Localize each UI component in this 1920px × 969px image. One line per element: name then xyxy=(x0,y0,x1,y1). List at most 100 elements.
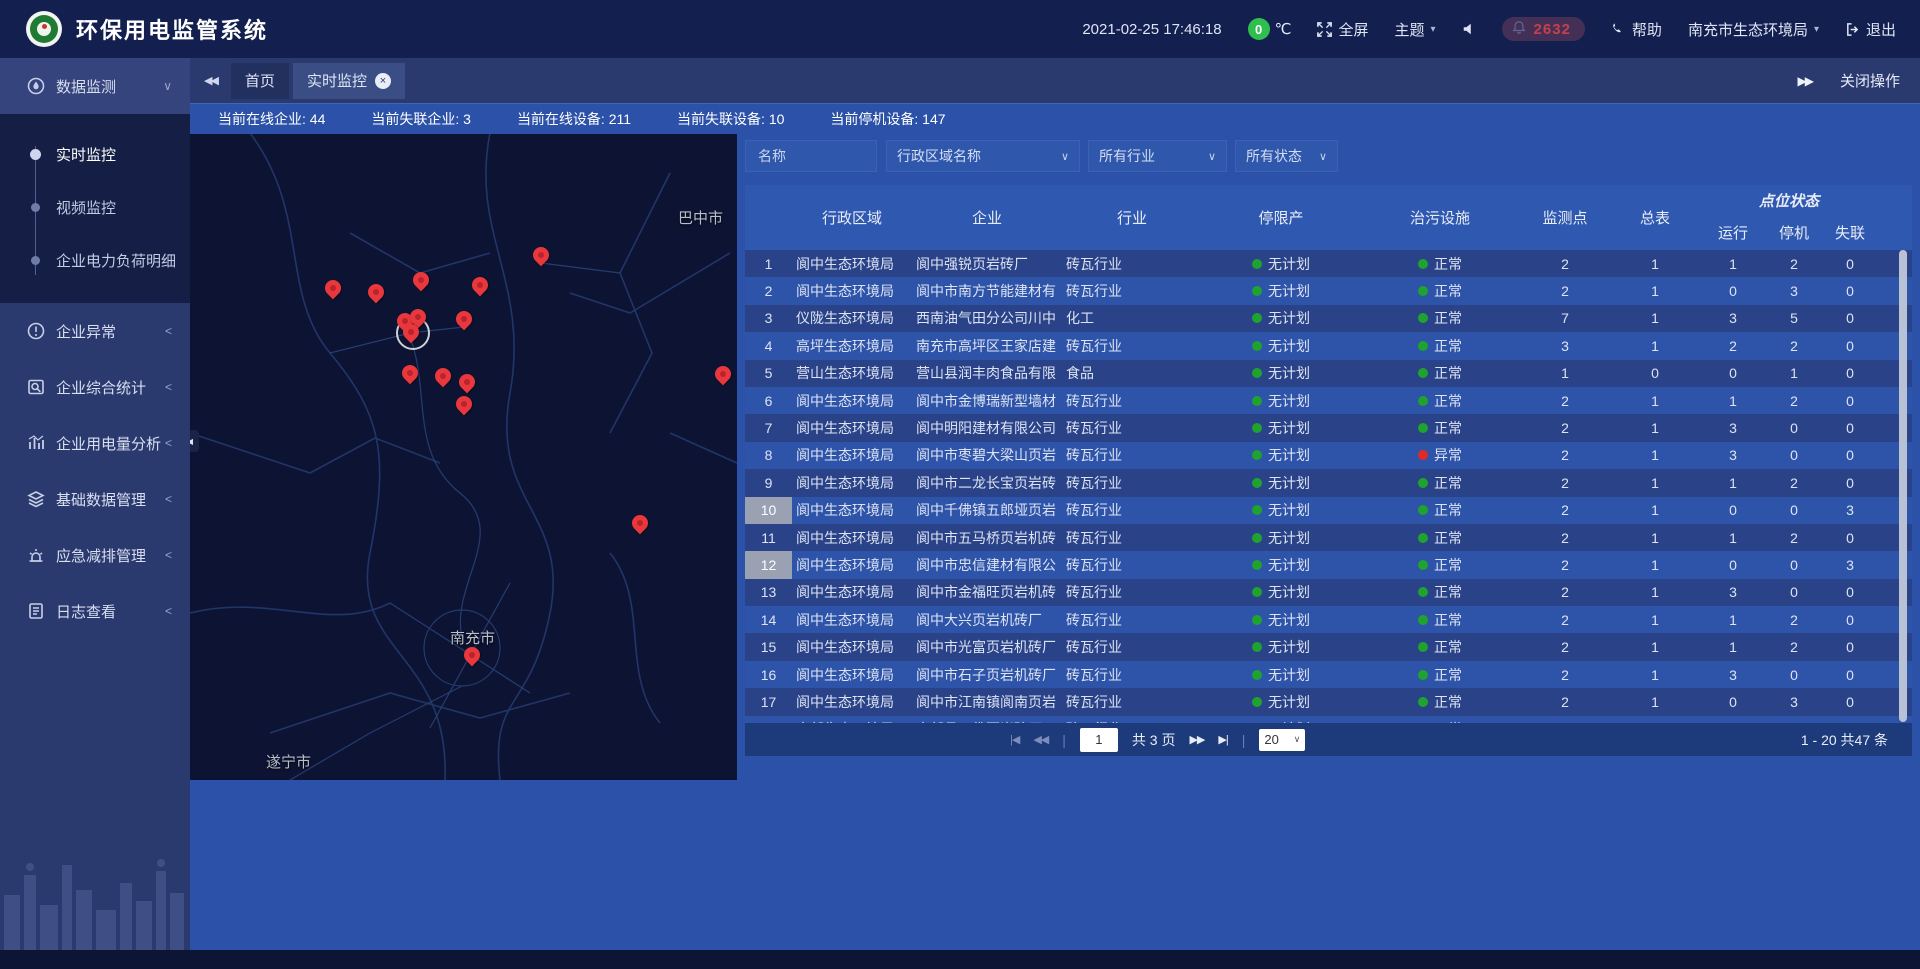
help-button[interactable]: 帮助 xyxy=(1611,19,1662,40)
cell-facility: 正常 xyxy=(1360,414,1520,441)
cell-lost-count: 0 xyxy=(1822,360,1878,387)
status-filter-select[interactable]: 所有状态 ∨ xyxy=(1235,140,1338,172)
sidebar-item-label: 日志查看 xyxy=(56,601,116,622)
cell-monitor-count: 3 xyxy=(1520,332,1610,359)
map-collapse-handle[interactable]: ◀ xyxy=(190,430,199,452)
limit-status-dot-icon xyxy=(1252,259,1262,269)
pager-last-button[interactable]: ▶| xyxy=(1218,733,1227,746)
cell-row-number: 9 xyxy=(745,469,792,496)
cell-run-count: 0 xyxy=(1700,497,1766,524)
scrollbar-thumb[interactable] xyxy=(1899,250,1907,722)
notification-count: 2632 xyxy=(1534,21,1571,38)
theme-dropdown[interactable]: 主题 ▾ xyxy=(1395,19,1436,40)
temperature: 0 ℃ xyxy=(1248,18,1292,40)
cell-row-number: 10 xyxy=(745,497,792,524)
cell-monitor-count: 2 xyxy=(1520,716,1610,723)
cell-monitor-count: 2 xyxy=(1520,579,1610,606)
cell-company: 南充市高坪区王家店建 xyxy=(912,332,1062,359)
cell-limit: 无计划 xyxy=(1202,469,1360,496)
cell-run-count: 1 xyxy=(1700,606,1766,633)
sidebar-subitem-实时监控[interactable]: 实时监控 xyxy=(0,128,190,181)
cell-industry: 化工 xyxy=(1062,305,1202,332)
cell-facility: 正常 xyxy=(1360,277,1520,304)
cell-meter-count: 0 xyxy=(1610,360,1700,387)
page-number-input[interactable] xyxy=(1080,728,1118,752)
cell-lost-count: 0 xyxy=(1822,442,1878,469)
close-operations-button[interactable]: 关闭操作 xyxy=(1840,70,1900,91)
sidebar-item-基础数据管理[interactable]: 基础数据管理< xyxy=(0,471,190,527)
cell-region: 仪陇生态环境局 xyxy=(792,305,912,332)
sidebar-item-企业用电量分析[interactable]: 企业用电量分析< xyxy=(0,415,190,471)
sidebar-item-数据监测[interactable]: 数据监测∨ xyxy=(0,58,190,114)
cell-company: 阆中市五马桥页岩机砖 xyxy=(912,524,1062,551)
total-pages-label: 共 3 页 xyxy=(1132,730,1176,750)
table-row[interactable]: 13阆中生态环境局阆中市金福旺页岩机砖砖瓦行业无计划正常21300 xyxy=(745,579,1912,606)
table-row[interactable]: 11阆中生态环境局阆中市五马桥页岩机砖砖瓦行业无计划正常21120 xyxy=(745,524,1912,551)
table-row[interactable]: 8阆中生态环境局阆中市枣碧大梁山页岩砖瓦行业无计划异常21300 xyxy=(745,442,1912,469)
table-row[interactable]: 3仪陇生态环境局西南油气田分公司川中化工无计划正常71350 xyxy=(745,305,1912,332)
chevron-left-icon: < xyxy=(165,324,172,338)
name-filter-input[interactable] xyxy=(756,147,866,165)
table-row[interactable]: 1阆中生态环境局阆中强锐页岩砖厂砖瓦行业无计划正常21120 xyxy=(745,250,1912,277)
pager-first-button[interactable]: |◀ xyxy=(1010,733,1019,746)
cell-industry: 砖瓦行业 xyxy=(1062,688,1202,715)
limit-status-dot-icon xyxy=(1252,587,1262,597)
cell-limit: 无计划 xyxy=(1202,332,1360,359)
sidebar-item-企业异常[interactable]: 企业异常< xyxy=(0,303,190,359)
cell-stop-count: 0 xyxy=(1766,414,1822,441)
header-meter: 总表 xyxy=(1610,185,1700,250)
sidebar-subitem-企业电力负荷明细[interactable]: 企业电力负荷明细 xyxy=(0,234,190,287)
limit-status-label: 无计划 xyxy=(1268,308,1310,328)
tab-首页[interactable]: 首页 xyxy=(231,63,289,99)
sidebar-item-应急减排管理[interactable]: 应急减排管理< xyxy=(0,527,190,583)
table-row[interactable]: 2阆中生态环境局阆中市南方节能建材有砖瓦行业无计划正常21030 xyxy=(745,277,1912,304)
notification-badge[interactable]: 2632 xyxy=(1502,17,1585,41)
industry-filter-select[interactable]: 所有行业 ∨ xyxy=(1088,140,1227,172)
facility-status-dot-icon xyxy=(1418,560,1428,570)
sound-button[interactable] xyxy=(1462,22,1476,36)
header-industry: 行业 xyxy=(1062,185,1202,250)
pager-next-button[interactable]: ▶▶ xyxy=(1189,733,1204,746)
sidebar-subitem-视频监控[interactable]: 视频监控 xyxy=(0,181,190,234)
cell-meter-count: 1 xyxy=(1610,414,1700,441)
cell-company: 阆中市南方节能建材有 xyxy=(912,277,1062,304)
cell-run-count: 1 xyxy=(1700,633,1766,660)
logout-button[interactable]: 退出 xyxy=(1845,19,1896,40)
table-row[interactable]: 16阆中生态环境局阆中市石子页岩机砖厂砖瓦行业无计划正常21300 xyxy=(745,661,1912,688)
table-row[interactable]: 10阆中生态环境局阆中千佛镇五郎垭页岩砖瓦行业无计划正常21003 xyxy=(745,497,1912,524)
fullscreen-button[interactable]: 全屏 xyxy=(1317,19,1368,40)
limit-status-label: 无计划 xyxy=(1268,391,1310,411)
table-row[interactable]: 15阆中生态环境局阆中市光富页岩机砖厂砖瓦行业无计划正常21120 xyxy=(745,633,1912,660)
pager-prev-button[interactable]: ◀◀ xyxy=(1033,733,1048,746)
cell-region: 营山生态环境局 xyxy=(792,360,912,387)
tabs-scroll-right-icon[interactable]: ▶▶ xyxy=(1798,74,1812,88)
organization-dropdown[interactable]: 南充市生态环境局 ▾ xyxy=(1688,19,1819,40)
table-row[interactable]: 6阆中生态环境局阆中市金博瑞新型墙材砖瓦行业无计划正常21120 xyxy=(745,387,1912,414)
main-content: 巴中市南充市遂宁市 ◀ 行政区域名称 ∨ 所有行业 ∨ 所有状态 ∨ xyxy=(190,133,1920,969)
table-row[interactable]: 9阆中生态环境局阆中市二龙长宝页岩砖砖瓦行业无计划正常21120 xyxy=(745,469,1912,496)
table-row[interactable]: 17阆中生态环境局阆中市江南镇阆南页岩砖瓦行业无计划正常21030 xyxy=(745,688,1912,715)
tabs-scroll-left-icon[interactable]: ◀◀ xyxy=(190,74,231,87)
tab-close-icon[interactable]: × xyxy=(375,73,391,89)
sidebar-item-日志查看[interactable]: 日志查看< xyxy=(0,583,190,639)
cell-facility: 正常 xyxy=(1360,360,1520,387)
page-size-select[interactable]: 20 ∨ xyxy=(1259,729,1305,751)
region-caret-icon: ∨ xyxy=(1061,150,1069,163)
cell-run-count: 3 xyxy=(1700,442,1766,469)
cell-limit: 无计划 xyxy=(1202,414,1360,441)
table-row[interactable]: 5营山生态环境局营山县润丰肉食品有限食品无计划正常10010 xyxy=(745,360,1912,387)
cell-facility: 正常 xyxy=(1360,661,1520,688)
sidebar-item-企业综合统计[interactable]: 企业综合统计< xyxy=(0,359,190,415)
submenu-dot-icon xyxy=(31,256,40,265)
table-row[interactable]: 14阆中生态环境局阆中大兴页岩机砖厂砖瓦行业无计划正常21120 xyxy=(745,606,1912,633)
cell-lost-count: 3 xyxy=(1822,497,1878,524)
table-row[interactable]: 12阆中生态环境局阆中市忠信建材有限公砖瓦行业无计划正常21003 xyxy=(745,551,1912,578)
table-row[interactable]: 4高坪生态环境局南充市高坪区王家店建砖瓦行业无计划正常31220 xyxy=(745,332,1912,359)
region-filter-select[interactable]: 行政区域名称 ∨ xyxy=(886,140,1080,172)
map-panel[interactable]: 巴中市南充市遂宁市 ◀ xyxy=(190,133,737,780)
table-row[interactable]: 7阆中生态环境局阆中明阳建材有限公司砖瓦行业无计划正常21300 xyxy=(745,414,1912,441)
enterprise-table: 行政区域 企业 行业 停限产 治污设施 监测点 总表 点位状态 运行 停机 失联… xyxy=(745,185,1912,723)
table-row[interactable]: 18南部生态环境局南部县双佛页岩砖厂砖瓦行业无计划正常21030 xyxy=(745,716,1912,723)
tab-实时监控[interactable]: 实时监控× xyxy=(293,63,405,99)
table-scrollbar[interactable] xyxy=(1899,250,1907,722)
